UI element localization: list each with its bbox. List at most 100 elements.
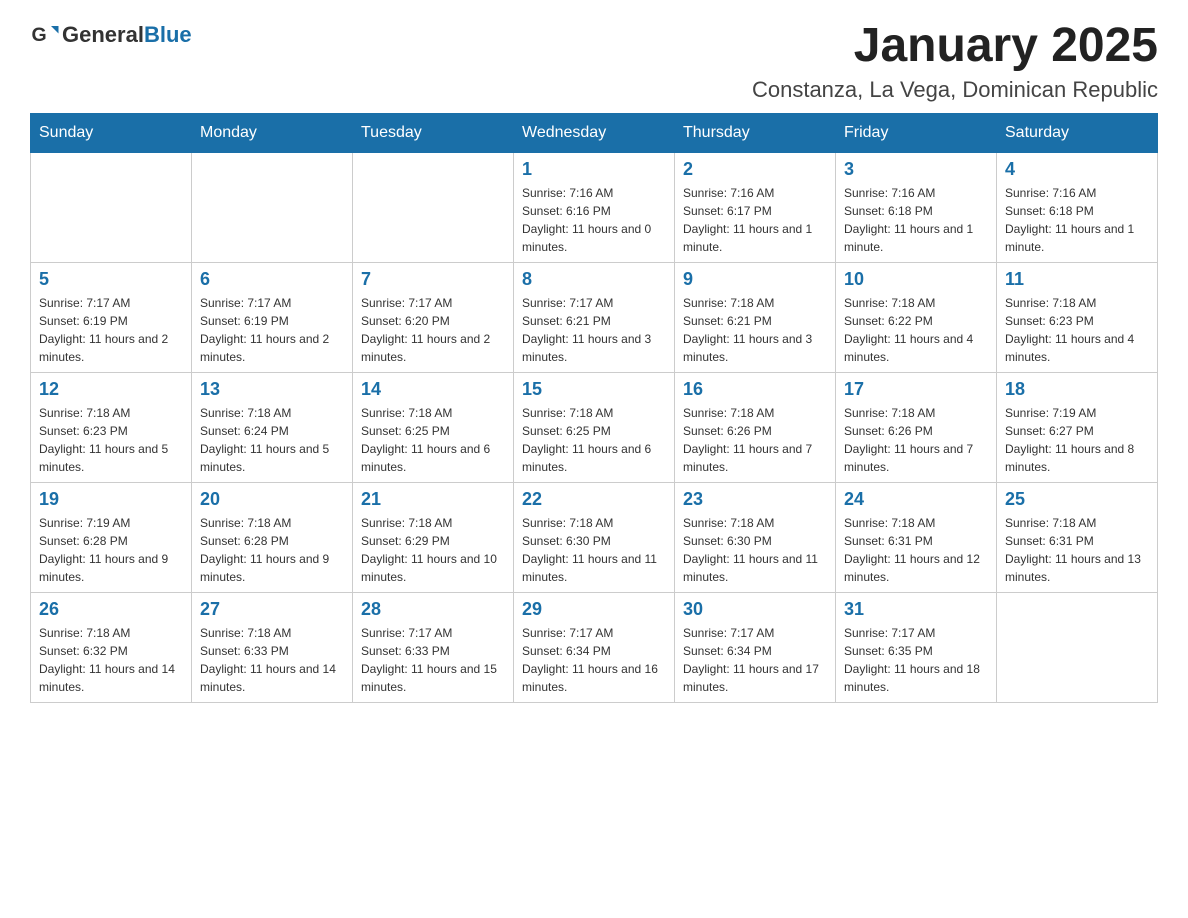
day-number: 3 [844,159,988,180]
day-info: Sunrise: 7:18 AMSunset: 6:28 PMDaylight:… [200,514,344,586]
day-info: Sunrise: 7:19 AMSunset: 6:28 PMDaylight:… [39,514,183,586]
day-info: Sunrise: 7:16 AMSunset: 6:17 PMDaylight:… [683,184,827,256]
calendar-cell: 30 Sunrise: 7:17 AMSunset: 6:34 PMDayligh… [675,592,836,702]
calendar-cell: 4 Sunrise: 7:16 AMSunset: 6:18 PMDaylight… [997,152,1158,262]
calendar-cell: 15 Sunrise: 7:18 AMSunset: 6:25 PMDayligh… [514,372,675,482]
day-number: 31 [844,599,988,620]
location-title: Constanza, La Vega, Dominican Republic [752,77,1158,103]
day-info: Sunrise: 7:18 AMSunset: 6:30 PMDaylight:… [522,514,666,586]
calendar-week-2: 5 Sunrise: 7:17 AMSunset: 6:19 PMDaylight… [31,262,1158,372]
calendar-cell: 5 Sunrise: 7:17 AMSunset: 6:19 PMDaylight… [31,262,192,372]
day-number: 26 [39,599,183,620]
day-info: Sunrise: 7:18 AMSunset: 6:21 PMDaylight:… [683,294,827,366]
calendar-cell: 21Sunrise: 7:18 AMSunset: 6:29 PMDayligh… [353,482,514,592]
day-info: Sunrise: 7:16 AMSunset: 6:18 PMDaylight:… [844,184,988,256]
calendar-cell: 11Sunrise: 7:18 AMSunset: 6:23 PMDayligh… [997,262,1158,372]
day-info: Sunrise: 7:16 AMSunset: 6:16 PMDaylight:… [522,184,666,256]
calendar-cell: 6Sunrise: 7:17 AMSunset: 6:19 PMDaylight… [192,262,353,372]
day-info: Sunrise: 7:18 AMSunset: 6:31 PMDaylight:… [1005,514,1149,586]
calendar-cell: 1Sunrise: 7:16 AMSunset: 6:16 PMDaylight… [514,152,675,262]
day-number: 10 [844,269,988,290]
calendar-cell: 7 Sunrise: 7:17 AMSunset: 6:20 PMDaylight… [353,262,514,372]
day-number: 25 [1005,489,1149,510]
logo: G GeneralBlue [30,20,192,50]
calendar-week-5: 26 Sunrise: 7:18 AMSunset: 6:32 PMDayligh… [31,592,1158,702]
page-header: G GeneralBlue January 2025 Constanza, La… [30,20,1158,103]
day-number: 12 [39,379,183,400]
day-info: Sunrise: 7:16 AMSunset: 6:18 PMDaylight:… [1005,184,1149,256]
day-number: 11 [1005,269,1149,290]
weekday-header-wednesday: Wednesday [514,113,675,152]
calendar-cell: 23 Sunrise: 7:18 AMSunset: 6:30 PMDayligh… [675,482,836,592]
day-number: 18 [1005,379,1149,400]
day-number: 5 [39,269,183,290]
day-number: 28 [361,599,505,620]
day-info: Sunrise: 7:17 AMSunset: 6:20 PMDaylight:… [361,294,505,366]
calendar-cell: 26 Sunrise: 7:18 AMSunset: 6:32 PMDayligh… [31,592,192,702]
calendar-week-4: 19 Sunrise: 7:19 AMSunset: 6:28 PMDayligh… [31,482,1158,592]
day-info: Sunrise: 7:18 AMSunset: 6:29 PMDaylight:… [361,514,505,586]
day-number: 19 [39,489,183,510]
day-info: Sunrise: 7:17 AMSunset: 6:19 PMDaylight:… [200,294,344,366]
day-number: 24 [844,489,988,510]
calendar-cell [192,152,353,262]
calendar-cell: 2 Sunrise: 7:16 AMSunset: 6:17 PMDaylight… [675,152,836,262]
day-info: Sunrise: 7:18 AMSunset: 6:26 PMDaylight:… [844,404,988,476]
day-number: 23 [683,489,827,510]
day-number: 2 [683,159,827,180]
calendar-cell: 14 Sunrise: 7:18 AMSunset: 6:25 PMDayligh… [353,372,514,482]
calendar-cell [997,592,1158,702]
day-number: 17 [844,379,988,400]
day-info: Sunrise: 7:17 AMSunset: 6:33 PMDaylight:… [361,624,505,696]
calendar-cell: 28 Sunrise: 7:17 AMSunset: 6:33 PMDayligh… [353,592,514,702]
weekday-header-row: SundayMondayTuesdayWednesdayThursdayFrid… [31,113,1158,152]
logo-general-text: General [62,22,144,47]
day-info: Sunrise: 7:17 AMSunset: 6:21 PMDaylight:… [522,294,666,366]
day-info: Sunrise: 7:17 AMSunset: 6:19 PMDaylight:… [39,294,183,366]
calendar-cell: 25 Sunrise: 7:18 AMSunset: 6:31 PMDayligh… [997,482,1158,592]
calendar-cell: 29 Sunrise: 7:17 AMSunset: 6:34 PMDayligh… [514,592,675,702]
month-title: January 2025 [752,20,1158,73]
calendar-cell: 12 Sunrise: 7:18 AMSunset: 6:23 PMDayligh… [31,372,192,482]
day-number: 4 [1005,159,1149,180]
day-number: 29 [522,599,666,620]
day-number: 16 [683,379,827,400]
day-number: 20 [200,489,344,510]
calendar-cell: 24 Sunrise: 7:18 AMSunset: 6:31 PMDayligh… [836,482,997,592]
title-section: January 2025 Constanza, La Vega, Dominic… [752,20,1158,103]
day-info: Sunrise: 7:17 AMSunset: 6:34 PMDaylight:… [522,624,666,696]
calendar-cell: 9 Sunrise: 7:18 AMSunset: 6:21 PMDaylight… [675,262,836,372]
weekday-header-monday: Monday [192,113,353,152]
day-number: 7 [361,269,505,290]
weekday-header-tuesday: Tuesday [353,113,514,152]
weekday-header-sunday: Sunday [31,113,192,152]
calendar-week-3: 12 Sunrise: 7:18 AMSunset: 6:23 PMDayligh… [31,372,1158,482]
day-number: 27 [200,599,344,620]
logo-icon: G [30,20,60,50]
calendar-cell: 20 Sunrise: 7:18 AMSunset: 6:28 PMDayligh… [192,482,353,592]
day-info: Sunrise: 7:18 AMSunset: 6:25 PMDaylight:… [361,404,505,476]
day-info: Sunrise: 7:18 AMSunset: 6:31 PMDaylight:… [844,514,988,586]
calendar-cell: 13 Sunrise: 7:18 AMSunset: 6:24 PMDayligh… [192,372,353,482]
calendar-cell: 16Sunrise: 7:18 AMSunset: 6:26 PMDayligh… [675,372,836,482]
day-info: Sunrise: 7:18 AMSunset: 6:24 PMDaylight:… [200,404,344,476]
day-info: Sunrise: 7:18 AMSunset: 6:30 PMDaylight:… [683,514,827,586]
day-number: 30 [683,599,827,620]
weekday-header-thursday: Thursday [675,113,836,152]
calendar-cell: 31Sunrise: 7:17 AMSunset: 6:35 PMDayligh… [836,592,997,702]
day-number: 14 [361,379,505,400]
calendar-cell: 19 Sunrise: 7:19 AMSunset: 6:28 PMDayligh… [31,482,192,592]
day-info: Sunrise: 7:18 AMSunset: 6:25 PMDaylight:… [522,404,666,476]
calendar-table: SundayMondayTuesdayWednesdayThursdayFrid… [30,113,1158,703]
calendar-cell: 27Sunrise: 7:18 AMSunset: 6:33 PMDayligh… [192,592,353,702]
calendar-cell: 18Sunrise: 7:19 AMSunset: 6:27 PMDayligh… [997,372,1158,482]
calendar-week-1: 1Sunrise: 7:16 AMSunset: 6:16 PMDaylight… [31,152,1158,262]
day-info: Sunrise: 7:17 AMSunset: 6:34 PMDaylight:… [683,624,827,696]
day-number: 13 [200,379,344,400]
logo-blue-text: Blue [144,22,192,47]
day-number: 9 [683,269,827,290]
calendar-cell: 3 Sunrise: 7:16 AMSunset: 6:18 PMDaylight… [836,152,997,262]
day-number: 15 [522,379,666,400]
day-info: Sunrise: 7:18 AMSunset: 6:23 PMDaylight:… [39,404,183,476]
day-info: Sunrise: 7:18 AMSunset: 6:32 PMDaylight:… [39,624,183,696]
